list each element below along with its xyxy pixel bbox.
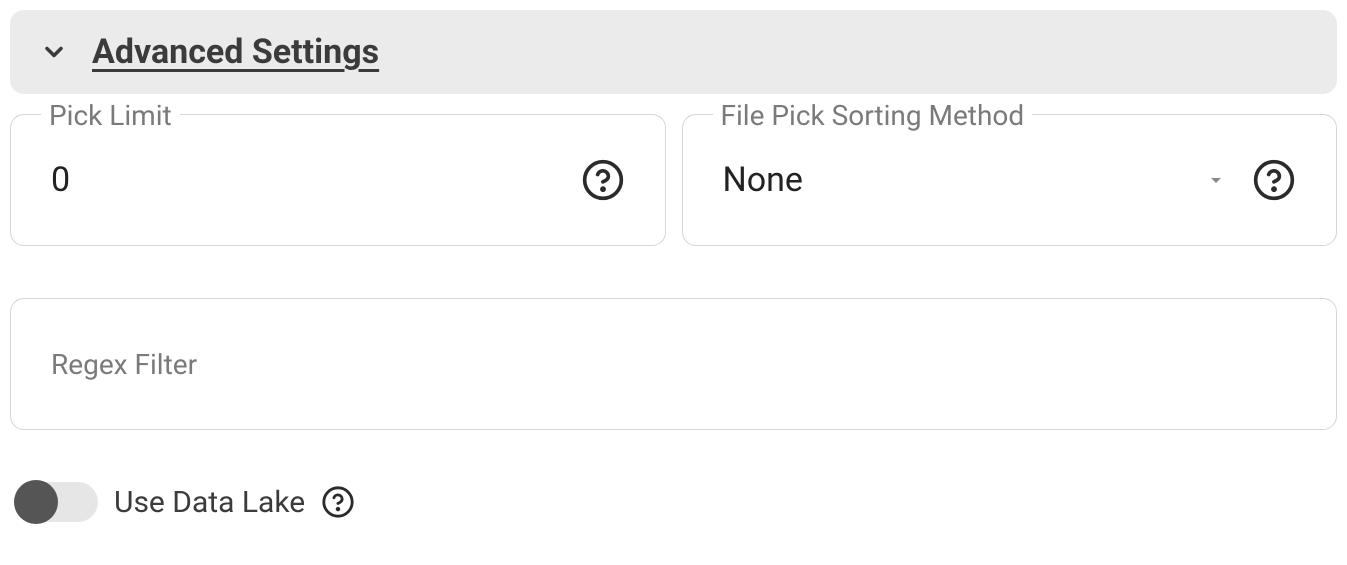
use-data-lake-label: Use Data Lake xyxy=(114,485,305,520)
section-title: Advanced Settings xyxy=(92,32,379,72)
help-icon[interactable] xyxy=(1252,158,1296,202)
pick-limit-field[interactable]: Pick Limit xyxy=(10,114,666,246)
pick-limit-input[interactable] xyxy=(51,160,581,200)
regex-filter-label: Regex Filter xyxy=(51,348,1296,381)
file-pick-sorting-field[interactable]: File Pick Sorting Method None xyxy=(682,114,1338,246)
file-pick-sorting-value: None xyxy=(723,160,1205,200)
file-pick-sorting-label: File Pick Sorting Method xyxy=(713,99,1033,132)
advanced-settings-header[interactable]: Advanced Settings xyxy=(10,10,1337,94)
pick-limit-label: Pick Limit xyxy=(41,99,180,132)
help-icon[interactable] xyxy=(581,158,625,202)
chevron-down-icon[interactable] xyxy=(40,38,68,66)
use-data-lake-row: Use Data Lake xyxy=(10,482,1337,522)
help-icon[interactable] xyxy=(321,485,355,519)
use-data-lake-toggle[interactable] xyxy=(14,482,98,522)
regex-filter-field[interactable]: Regex Filter xyxy=(10,298,1337,430)
settings-row: Pick Limit File Pick Sorting Method None xyxy=(10,114,1337,246)
toggle-thumb xyxy=(14,480,58,524)
dropdown-arrow-icon[interactable] xyxy=(1204,168,1228,192)
